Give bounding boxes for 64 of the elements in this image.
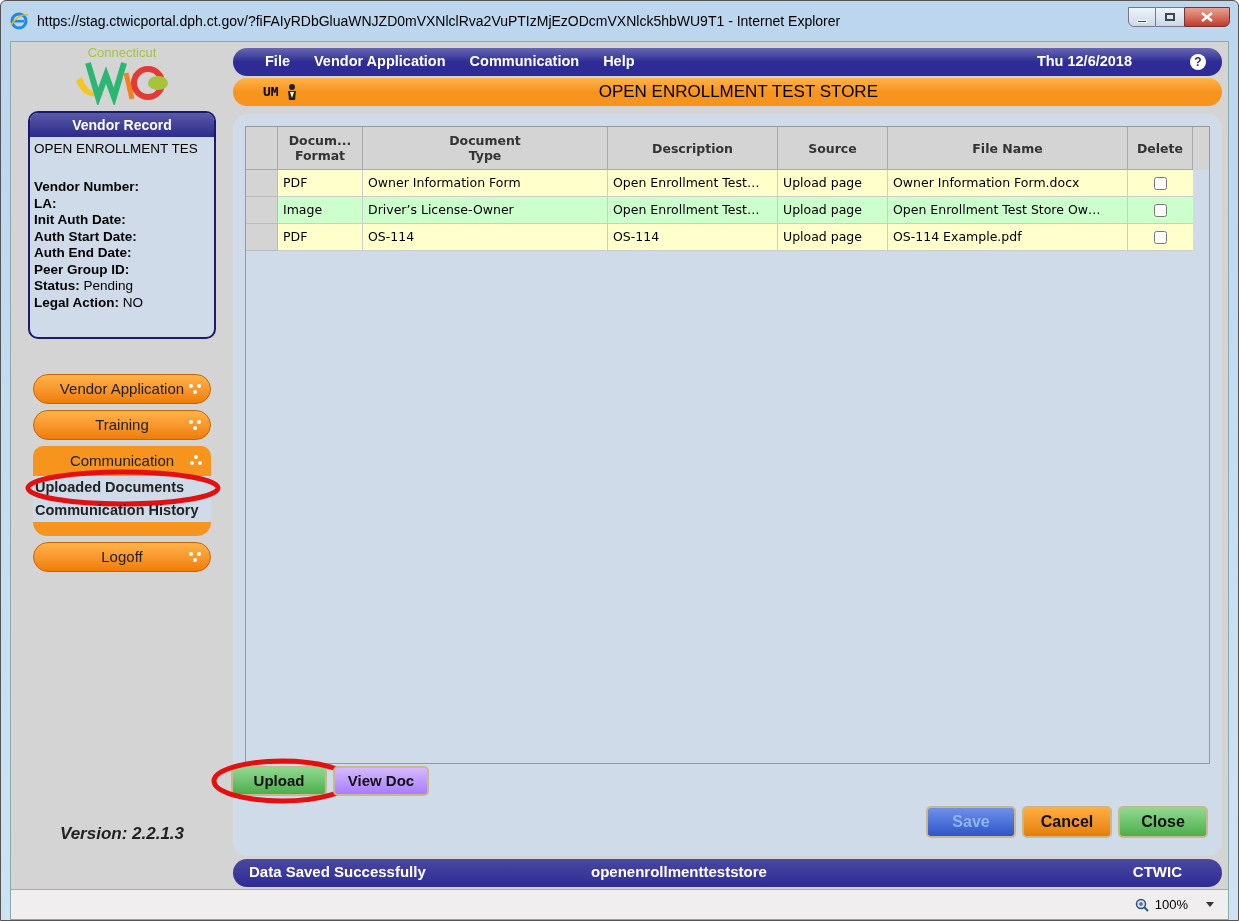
dots-icon xyxy=(188,420,202,430)
field-row-text: LA: xyxy=(34,195,58,213)
date-label: Thu 12/6/2018 xyxy=(1036,52,1132,72)
view-doc-button[interactable]: View Doc xyxy=(333,766,429,796)
table-cell: Upload page xyxy=(778,197,888,224)
field-row-text: Vendor Number: xyxy=(34,179,140,196)
table-cell: Owner Information Form.docx xyxy=(888,170,1128,197)
field-row-text: Init Auth Date: xyxy=(34,212,127,229)
table-cell: Upload page xyxy=(778,224,888,251)
field-row-text: Peer Group ID: xyxy=(34,261,131,279)
table-cell: OS-114 xyxy=(363,224,608,251)
upload-button[interactable]: Upload xyxy=(231,766,327,796)
dots-icon xyxy=(189,455,203,465)
table-cell: PDF xyxy=(278,224,363,251)
table-cell: Upload page xyxy=(778,170,888,197)
nav-subitem[interactable]: Communication History xyxy=(33,499,211,522)
zoom-level[interactable]: 100% xyxy=(1154,894,1188,915)
nav-group-title[interactable]: Communication xyxy=(69,449,175,473)
dots-icon xyxy=(188,552,202,562)
table-cell: Open Enrollment Test… xyxy=(608,170,778,197)
table-cell: Driver’s License-Owner xyxy=(363,197,608,224)
table-cell: OS-114 xyxy=(608,224,778,251)
menu-item[interactable]: File xyxy=(265,51,290,73)
help-icon[interactable]: ? xyxy=(1190,54,1206,70)
table-cell: Open Enrollment Test… xyxy=(608,197,778,224)
user-initials: UM xyxy=(263,83,279,102)
nav-button[interactable]: Vendor Application xyxy=(33,374,211,404)
menu-item[interactable]: Communication xyxy=(469,51,580,73)
field-row-text: Status: Pending xyxy=(34,278,135,295)
maximize-button[interactable] xyxy=(1156,7,1184,27)
action-button[interactable]: Close xyxy=(1118,806,1208,838)
action-button[interactable]: Cancel xyxy=(1022,806,1112,838)
field-row-text: Auth Start Date: xyxy=(34,228,138,246)
dots-icon xyxy=(188,384,202,394)
vendor-name: OPEN ENROLLMENT TES xyxy=(33,140,199,158)
table-cell: PDF xyxy=(278,170,363,197)
table-cell: Owner Information Form xyxy=(363,170,608,197)
field-row-text: Auth End Date: xyxy=(34,245,133,262)
app-name: CTWIC xyxy=(1132,862,1182,883)
field-row-text: Legal Action: NO xyxy=(34,294,145,312)
table-cell: OS-114 Example.pdf xyxy=(888,224,1128,251)
status-message: Data Saved Successfully xyxy=(249,862,427,883)
table-cell: Open Enrollment Test Store Ow… xyxy=(888,197,1128,224)
browser-logo-icon xyxy=(9,11,29,31)
nav-button[interactable]: Training xyxy=(33,410,211,440)
version-label: Version: 2.2.1.3 xyxy=(59,822,185,845)
menu-item[interactable]: Help xyxy=(603,51,635,73)
wic-logo: Connecticut xyxy=(74,46,170,105)
username-label: openenrollmentteststore xyxy=(591,862,767,883)
nav-button[interactable]: Logoff xyxy=(33,542,211,572)
window-title: https://stag.ctwicportal.dph.ct.gov/?fiFAIyRDbGluaWNJZD0mVXNlclRva2VuPTIzMjEzODcmVXNlck5hbWU9T1 - Internet Explorer xyxy=(37,11,841,31)
store-title: OPEN ENROLLMENT TEST STORE xyxy=(598,81,878,104)
menu-item[interactable]: Vendor Application xyxy=(314,51,446,73)
dropdown-caret-icon[interactable] xyxy=(1206,902,1214,907)
close-button[interactable] xyxy=(1184,7,1230,27)
zoom-icon[interactable] xyxy=(1134,897,1149,912)
delete-checkbox[interactable] xyxy=(1154,176,1167,190)
table-cell: Image xyxy=(278,197,363,224)
delete-checkbox[interactable] xyxy=(1154,203,1167,217)
minimize-button[interactable] xyxy=(1128,7,1156,27)
close-icon xyxy=(1201,12,1213,22)
panel-title: Vendor Record xyxy=(30,113,214,137)
delete-checkbox[interactable] xyxy=(1154,230,1167,244)
action-button: Save xyxy=(926,806,1016,838)
